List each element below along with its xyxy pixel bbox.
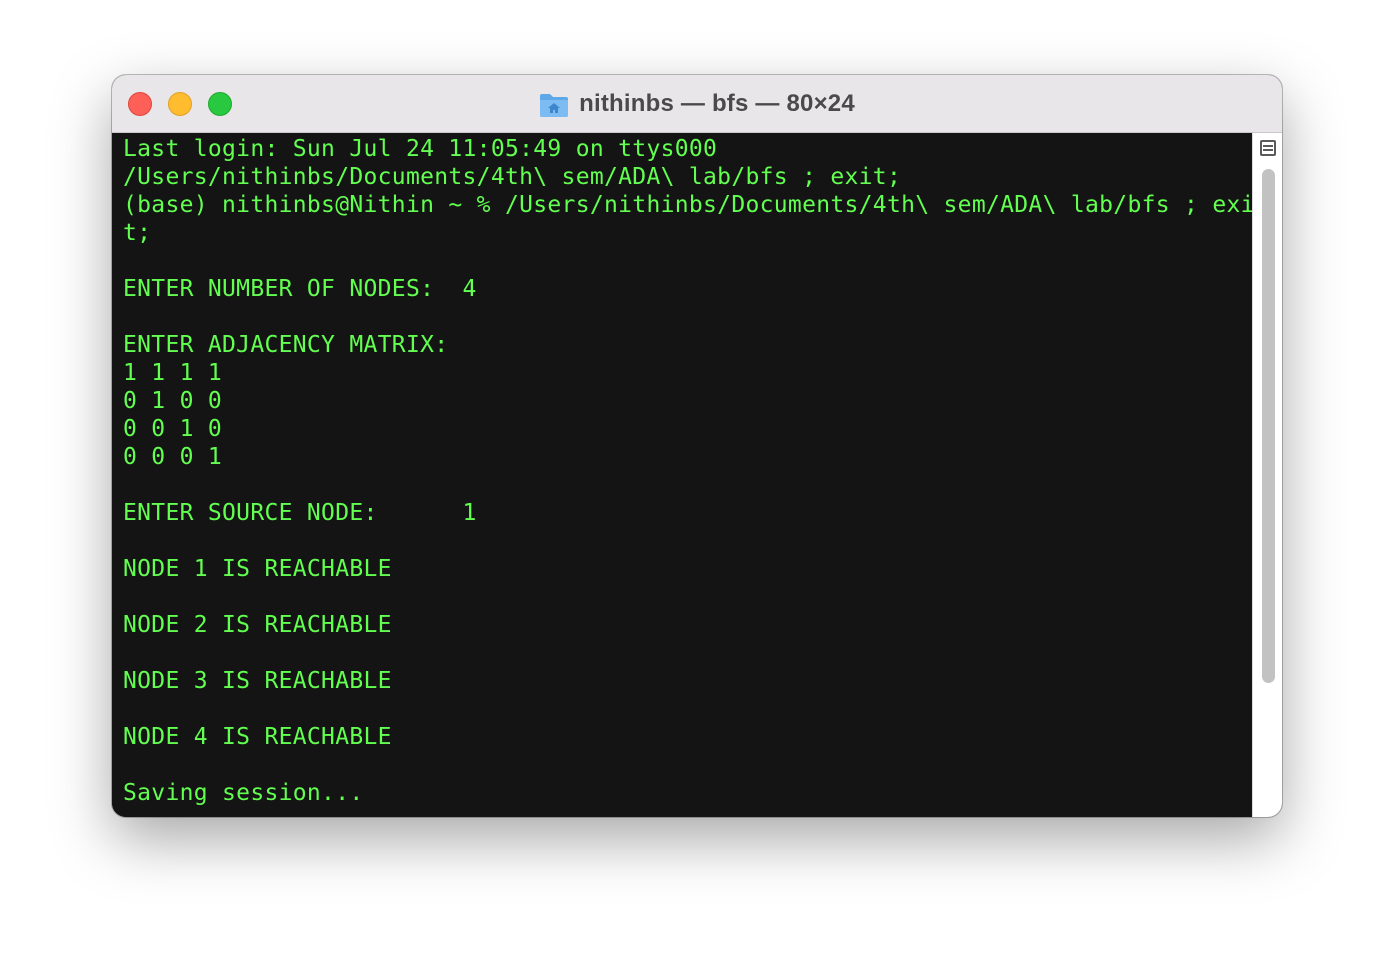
window-title: nithinbs — bfs — 80×24 bbox=[579, 89, 855, 117]
terminal-line: Last login: Sun Jul 24 11:05:49 on ttys0… bbox=[123, 136, 718, 162]
title-bar[interactable]: nithinbs — bfs — 80×24 bbox=[112, 75, 1282, 133]
terminal-line: NODE 1 IS REACHABLE bbox=[123, 556, 392, 582]
terminal-line: 0 0 0 1 bbox=[123, 444, 223, 470]
terminal-line: NODE 3 IS REACHABLE bbox=[123, 668, 392, 694]
terminal-line: (base) nithinbs@Nithin ~ % /Users/nithin… bbox=[123, 192, 1252, 218]
terminal-lines: Last login: Sun Jul 24 11:05:49 on ttys0… bbox=[123, 135, 1252, 807]
title-area: nithinbs — bfs — 80×24 bbox=[112, 75, 1282, 132]
terminal-line: 1 1 1 1 bbox=[123, 360, 223, 386]
terminal-line: NODE 2 IS REACHABLE bbox=[123, 612, 392, 638]
terminal-window: nithinbs — bfs — 80×24 Last login: Sun J… bbox=[112, 75, 1282, 817]
terminal-line: NODE 4 IS REACHABLE bbox=[123, 724, 392, 750]
home-folder-icon bbox=[540, 93, 569, 117]
terminal-line: ENTER SOURCE NODE: 1 bbox=[123, 500, 477, 526]
terminal-line: Saving session... bbox=[123, 780, 364, 806]
terminal-line: t; bbox=[123, 220, 152, 246]
scrollbar[interactable] bbox=[1252, 133, 1282, 817]
terminal-line: ENTER NUMBER OF NODES: 4 bbox=[123, 276, 477, 302]
scroll-thumb[interactable] bbox=[1262, 169, 1275, 683]
terminal-line: 0 1 0 0 bbox=[123, 388, 223, 414]
terminal-line: 0 0 1 0 bbox=[123, 416, 223, 442]
terminal-line: ENTER ADJACENCY MATRIX: bbox=[123, 332, 449, 358]
terminal-output[interactable]: Last login: Sun Jul 24 11:05:49 on ttys0… bbox=[112, 133, 1252, 817]
terminal-line: /Users/nithinbs/Documents/4th\ sem/ADA\ … bbox=[123, 164, 902, 190]
split-pane-icon[interactable] bbox=[1260, 140, 1276, 156]
